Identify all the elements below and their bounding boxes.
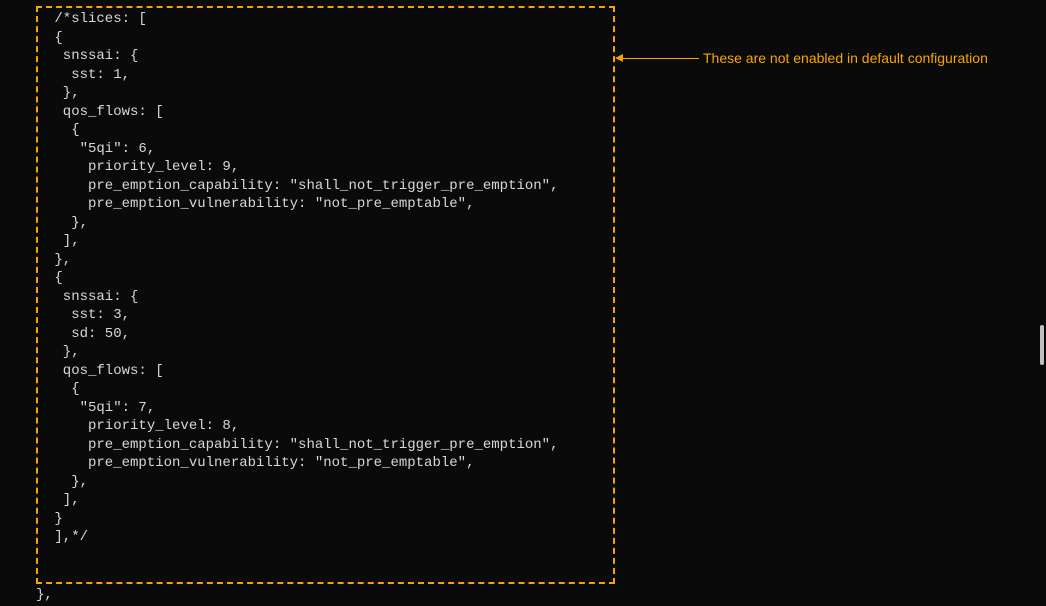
- annotation-arrow-head: [615, 54, 623, 62]
- page-container: /*slices: [ { snssai: { sst: 1, }, qos_f…: [0, 0, 1046, 606]
- trailing-code: },: [36, 586, 53, 605]
- annotation-arrow-line: [619, 58, 699, 59]
- code-block: /*slices: [ { snssai: { sst: 1, }, qos_f…: [46, 10, 613, 547]
- code-highlight-box: /*slices: [ { snssai: { sst: 1, }, qos_f…: [36, 6, 615, 584]
- scrollbar-thumb[interactable]: [1040, 325, 1044, 365]
- annotation-text: These are not enabled in default configu…: [703, 50, 988, 66]
